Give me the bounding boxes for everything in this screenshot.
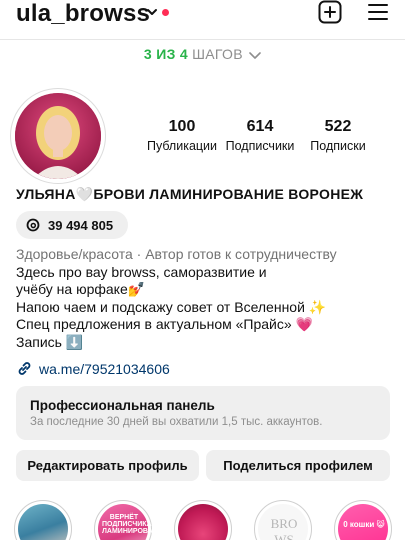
steps-total: 4 xyxy=(179,46,188,62)
followers-label: Подписчики xyxy=(225,139,295,153)
posts-label: Публикации xyxy=(146,139,218,153)
profile-full-name: УЛЬЯНА🤍БРОВИ ЛАМИНИРОВАНИЕ ВОРОНЕЖ xyxy=(16,186,364,202)
edit-profile-button[interactable]: Редактировать профиль xyxy=(16,450,199,481)
professional-dashboard[interactable]: Профессиональная панель За последние 30 … xyxy=(16,386,390,440)
threads-count: 39 494 805 xyxy=(48,217,114,233)
bio-line: Напою чаем и подскажу совет от Вселенной… xyxy=(16,298,327,315)
notification-dot xyxy=(162,9,169,16)
top-bar: ula_browss xyxy=(0,0,405,30)
followers-count: 614 xyxy=(246,118,274,135)
bio-category-line: Здоровье/красота · Автор готов к сотрудн… xyxy=(16,246,396,264)
bio-line: Запись ⬇️ xyxy=(16,333,84,350)
steps-done: 3 xyxy=(143,46,153,62)
highlight-label: BRO WS xyxy=(270,516,298,540)
panel-subtitle: За последние 30 дней вы охватили 1,5 тыс… xyxy=(30,416,323,428)
story-highlight[interactable]: 0 кошки 😸 xyxy=(334,500,392,540)
highlight-cover xyxy=(18,504,68,540)
steps-of: ИЗ xyxy=(156,46,176,62)
profile-bio: Здоровье/красота · Автор готов к сотрудн… xyxy=(16,246,396,351)
menu-icon[interactable] xyxy=(367,2,389,22)
chevron-down-icon xyxy=(249,52,261,60)
steps-word: ШАГОВ xyxy=(192,46,243,62)
highlight-label: ВЕРНЁТ ПОДПИСЧИКАМ ЛАМИНИРОВАНИЕ xyxy=(102,514,168,535)
highlight-cover: 0 кошки 😸 xyxy=(338,504,388,540)
onboarding-steps[interactable]: 3 ИЗ 4 ШАГОВ xyxy=(0,46,405,62)
highlight-cover: ВЕРНЁТ ПОДПИСЧИКАМ ЛАМИНИРОВАНИЕ xyxy=(98,504,168,540)
highlight-label: 0 кошки 😸 xyxy=(343,520,385,529)
bio-category[interactable]: Здоровье/красота xyxy=(16,246,133,262)
link-text: wa.me/79521034606 xyxy=(39,360,170,377)
stat-posts[interactable]: 100 Публикации xyxy=(146,118,218,153)
create-post-icon[interactable] xyxy=(318,0,342,24)
share-profile-button[interactable]: Поделиться профилем xyxy=(206,450,390,481)
bio-line: учёбу на юрфаке💅 xyxy=(16,281,146,297)
following-label: Подписки xyxy=(310,139,366,153)
panel-title: Профессиональная панель xyxy=(30,398,215,413)
header-divider xyxy=(0,39,405,40)
story-highlight[interactable] xyxy=(14,500,72,540)
posts-count: 100 xyxy=(168,118,196,135)
highlight-cover: BRO WS xyxy=(258,504,308,540)
chevron-down-icon[interactable] xyxy=(146,6,158,18)
profile-avatar[interactable] xyxy=(10,88,106,184)
bio-category-note: · Автор готов к сотрудничеству xyxy=(132,246,337,262)
story-highlight[interactable] xyxy=(174,500,232,540)
stat-following[interactable]: 522 Подписки xyxy=(302,118,374,153)
highlight-cover xyxy=(178,504,228,540)
story-highlight[interactable]: ВЕРНЁТ ПОДПИСЧИКАМ ЛАМИНИРОВАНИЕ xyxy=(94,500,168,540)
link-icon xyxy=(18,362,31,375)
username[interactable]: ula_browss xyxy=(16,0,150,28)
threads-icon xyxy=(26,218,40,232)
avatar-photo xyxy=(15,93,101,179)
profile-link[interactable]: wa.me/79521034606 xyxy=(16,360,170,377)
stat-followers[interactable]: 614 Подписчики xyxy=(224,118,296,153)
story-highlight[interactable]: BRO WS xyxy=(254,500,312,540)
bio-line: Здесь про вау browss, саморазвитие и xyxy=(16,263,267,280)
following-count: 522 xyxy=(324,118,352,135)
bio-line: Спец предложения в актуальном «Прайс» 💗 xyxy=(16,316,313,332)
threads-badge[interactable]: 39 494 805 xyxy=(16,211,128,239)
avatar-portrait-icon xyxy=(15,93,101,179)
